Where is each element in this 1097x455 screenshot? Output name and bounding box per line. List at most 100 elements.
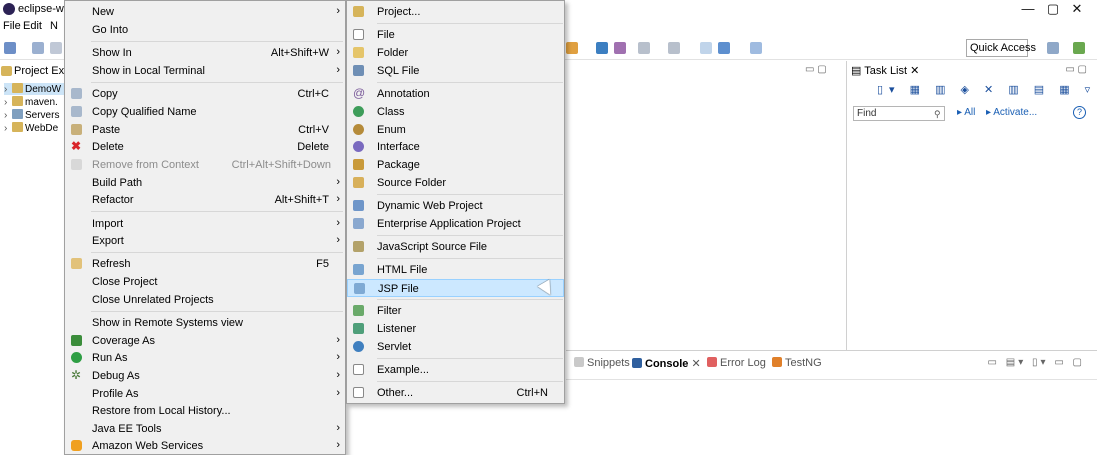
menu-item-new-package[interactable]: Package bbox=[347, 156, 564, 174]
prev-annotation-icon[interactable] bbox=[668, 42, 680, 54]
new-icon[interactable] bbox=[4, 42, 16, 54]
project-explorer-tab[interactable]: Project Exp bbox=[0, 62, 70, 80]
menu-item-new-annotation[interactable]: @ Annotation bbox=[347, 85, 564, 103]
menu-item-new-servlet[interactable]: Servlet bbox=[347, 338, 564, 356]
menu-item-copy-qualified-name[interactable]: Copy Qualified Name bbox=[65, 103, 345, 121]
quick-access-input[interactable]: Quick Access bbox=[966, 39, 1036, 57]
menu-item-new-javascript-source-file[interactable]: JavaScript Source File bbox=[347, 238, 564, 256]
menu-item-new-example[interactable]: Example... bbox=[347, 361, 564, 379]
menu-item-new-file[interactable]: File bbox=[347, 26, 564, 44]
tree-item-servers[interactable]: › Servers bbox=[4, 109, 59, 121]
menu-item-show-in-local-terminal[interactable]: Show in Local Terminal › bbox=[65, 62, 345, 80]
menu-item-refactor[interactable]: Refactor Alt+Shift+T › bbox=[65, 191, 345, 209]
menu-item-new-project[interactable]: Project... bbox=[347, 3, 564, 21]
run-tool-icon[interactable] bbox=[566, 42, 578, 54]
project-icon bbox=[12, 83, 23, 93]
menu-item-new-interface[interactable]: Interface bbox=[347, 138, 564, 156]
console-icon bbox=[632, 358, 642, 368]
menu-item-close-project[interactable]: Close Project bbox=[65, 273, 345, 291]
console-toolbar-icons[interactable]: ▭ ▤▾ ▯▾ ▭ ▢ bbox=[988, 357, 1085, 368]
menu-item-java-ee-tools[interactable]: Java EE Tools › bbox=[65, 420, 345, 438]
task-find-input[interactable]: Find ⚲ bbox=[853, 106, 945, 121]
menu-item-debug-as[interactable]: ✲ Debug As › bbox=[65, 367, 345, 385]
menu-item-build-path[interactable]: Build Path › bbox=[65, 174, 345, 192]
file-icon bbox=[353, 29, 364, 40]
menu-item-coverage-as[interactable]: Coverage As › bbox=[65, 332, 345, 350]
menu-item-show-in[interactable]: Show In Alt+Shift+W › bbox=[65, 44, 345, 62]
tab-snippets[interactable]: Snippets bbox=[574, 357, 630, 369]
new-project-icon bbox=[353, 6, 364, 17]
menu-item-new-enterprise-application-project[interactable]: Enterprise Application Project bbox=[347, 215, 564, 233]
menu-item-copy[interactable]: Copy Ctrl+C bbox=[65, 85, 345, 103]
open-perspective-icon[interactable] bbox=[1047, 42, 1059, 54]
web-browser-icon[interactable] bbox=[596, 42, 608, 54]
web-project-icon bbox=[353, 200, 364, 211]
source-folder-icon bbox=[353, 177, 364, 188]
menu-item-delete[interactable]: ✖ Delete Delete bbox=[65, 138, 345, 156]
enum-icon bbox=[353, 124, 364, 135]
menu-item-go-into[interactable]: Go Into bbox=[65, 21, 345, 39]
all-link[interactable]: ▸ All bbox=[957, 107, 975, 118]
chevron-right-icon: › bbox=[336, 64, 340, 76]
menu-item-new-dynamic-web-project[interactable]: Dynamic Web Project bbox=[347, 197, 564, 215]
tree-item-demo[interactable]: › DemoW bbox=[4, 83, 64, 95]
menu-item-new-source-folder[interactable]: Source Folder bbox=[347, 174, 564, 192]
task-list-icon: ▤ bbox=[851, 65, 865, 77]
menu-item-new-sql-file[interactable]: SQL File bbox=[347, 62, 564, 80]
last-edit-icon[interactable] bbox=[700, 42, 712, 54]
error-log-icon bbox=[707, 357, 717, 367]
tab-error-log[interactable]: Error Log bbox=[707, 357, 766, 369]
tree-item-webde[interactable]: › WebDe bbox=[4, 122, 58, 134]
chevron-right-icon: › bbox=[336, 439, 340, 451]
close-icon[interactable]: ✕ bbox=[691, 358, 700, 370]
task-list-toolbar-icons[interactable]: ▯▾ ▦ ▥ ◈ ✕ ▥ ▤ ▦ ▿ bbox=[877, 83, 1096, 96]
menu-item-new-listener[interactable]: Listener bbox=[347, 320, 564, 338]
menu-item-import[interactable]: Import › bbox=[65, 215, 345, 233]
editor-minimize-maximize-icon[interactable]: ▭ ▢ bbox=[805, 64, 827, 75]
tab-testng[interactable]: TestNG bbox=[772, 357, 822, 369]
tree-item-maven[interactable]: › maven. bbox=[4, 96, 58, 108]
menu-item-close-unrelated-projects[interactable]: Close Unrelated Projects bbox=[65, 291, 345, 309]
menu-file[interactable]: File bbox=[3, 20, 21, 32]
close-icon[interactable]: ✕ bbox=[910, 65, 919, 77]
back-icon[interactable] bbox=[718, 42, 730, 54]
menu-item-new-filter[interactable]: Filter bbox=[347, 302, 564, 320]
menu-item-run-as[interactable]: Run As › bbox=[65, 349, 345, 367]
menu-item-refresh[interactable]: Refresh F5 bbox=[65, 255, 345, 273]
debug-bug-icon: ✲ bbox=[71, 368, 82, 382]
project-explorer-label: Project Exp bbox=[14, 65, 71, 77]
annotation-icon: @ bbox=[353, 86, 366, 100]
menu-item-new-enum[interactable]: Enum bbox=[347, 121, 564, 139]
tab-console[interactable]: Console ✕ bbox=[632, 357, 701, 370]
menu-item-profile-as[interactable]: Profile As › bbox=[65, 385, 345, 403]
view-minimize-maximize-icon[interactable]: ▭ ▢ bbox=[1065, 64, 1087, 75]
menu-item-new[interactable]: New › bbox=[65, 3, 345, 21]
menu-item-paste[interactable]: Paste Ctrl+V bbox=[65, 121, 345, 139]
menu-navigate[interactable]: N bbox=[50, 20, 58, 32]
java-ee-perspective-icon[interactable] bbox=[1073, 42, 1085, 54]
new-submenu: Project... File Folder SQL File @ Annota… bbox=[346, 0, 565, 404]
menu-item-new-folder[interactable]: Folder bbox=[347, 44, 564, 62]
menu-item-new-jsp-file[interactable]: JSP File bbox=[347, 279, 564, 297]
save-all-icon[interactable] bbox=[50, 42, 62, 54]
close-button[interactable]: ✕ bbox=[1060, 0, 1094, 18]
forward-icon[interactable] bbox=[750, 42, 762, 54]
task-list-tab[interactable]: ▤ Task List ✕ bbox=[851, 64, 919, 77]
activate-link[interactable]: ▸ Activate... bbox=[986, 107, 1037, 118]
menu-item-export[interactable]: Export › bbox=[65, 232, 345, 250]
menu-item-amazon-web-services[interactable]: Amazon Web Services › bbox=[65, 437, 345, 455]
menu-item-show-in-remote-systems[interactable]: Show in Remote Systems view bbox=[65, 314, 345, 332]
project-icon bbox=[12, 122, 23, 132]
menu-item-new-other[interactable]: Other... Ctrl+N bbox=[347, 384, 564, 402]
menu-edit[interactable]: Edit bbox=[23, 20, 42, 32]
next-annotation-icon[interactable] bbox=[638, 42, 650, 54]
help-icon[interactable]: ? bbox=[1073, 106, 1086, 119]
class-icon bbox=[353, 106, 364, 117]
menu-item-new-class[interactable]: Class bbox=[347, 103, 564, 121]
menu-item-new-html-file[interactable]: HTML File bbox=[347, 261, 564, 279]
search-tool-icon[interactable] bbox=[614, 42, 626, 54]
ear-project-icon bbox=[353, 218, 364, 229]
menu-item-restore-from-local-history[interactable]: Restore from Local History... bbox=[65, 402, 345, 420]
save-icon[interactable] bbox=[32, 42, 44, 54]
servers-folder-icon bbox=[12, 109, 23, 119]
